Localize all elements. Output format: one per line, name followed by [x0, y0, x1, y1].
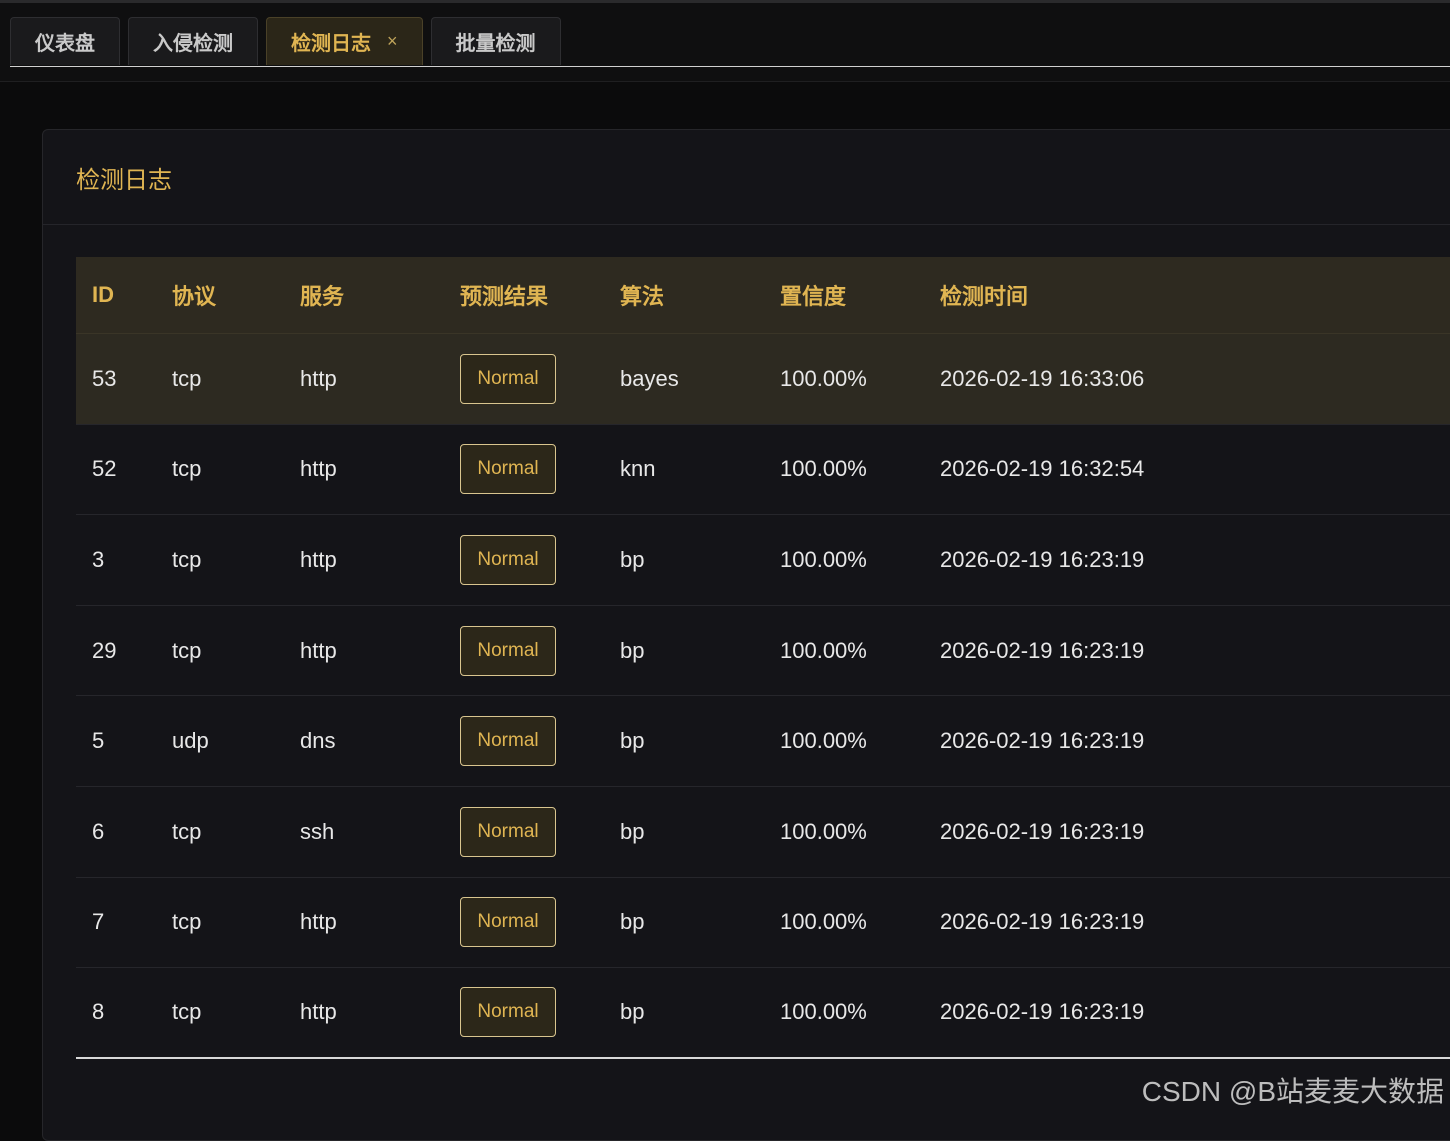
cell-id: 53: [76, 366, 172, 392]
cell-protocol: tcp: [172, 819, 300, 845]
cell-algorithm: bayes: [620, 366, 780, 392]
cell-algorithm: knn: [620, 456, 780, 482]
cell-algorithm: bp: [620, 999, 780, 1025]
status-badge: Normal: [460, 354, 556, 404]
cell-service: http: [300, 547, 460, 573]
table-row[interactable]: 8tcphttpNormal bp100.00%2026-02-19 16:23:…: [76, 968, 1450, 1059]
cell-service: http: [300, 456, 460, 482]
cell-confidence: 100.00%: [780, 728, 940, 754]
cell-id: 3: [76, 547, 172, 573]
table-row[interactable]: 7tcphttpNormal bp100.00%2026-02-19 16:23:…: [76, 878, 1450, 969]
cell-id: 6: [76, 819, 172, 845]
tab-detection-log[interactable]: 检测日志 ×: [266, 17, 423, 65]
table-header-row: ID 协议 服务 预测结果 算法 置信度 检测时间: [76, 257, 1450, 334]
cell-id: 8: [76, 999, 172, 1025]
log-table: ID 协议 服务 预测结果 算法 置信度 检测时间 53tcphttpNorma…: [76, 257, 1450, 1059]
cell-time: 2026-02-19 16:23:19: [940, 728, 1450, 754]
cell-service: http: [300, 909, 460, 935]
cell-prediction: Normal: [460, 354, 620, 404]
cell-prediction: Normal: [460, 535, 620, 585]
close-icon[interactable]: ×: [387, 31, 398, 52]
cell-prediction: Normal: [460, 807, 620, 857]
card-title: 检测日志: [76, 160, 172, 195]
tab-batch-detection[interactable]: 批量检测: [431, 17, 561, 65]
status-badge: Normal: [460, 807, 556, 857]
cell-prediction: Normal: [460, 987, 620, 1037]
cell-confidence: 100.00%: [780, 819, 940, 845]
cell-time: 2026-02-19 16:23:19: [940, 999, 1450, 1025]
status-badge: Normal: [460, 535, 556, 585]
table-row[interactable]: 52tcphttpNormal knn100.00%2026-02-19 16:3…: [76, 425, 1450, 516]
cell-confidence: 100.00%: [780, 366, 940, 392]
tab-label: 检测日志: [291, 27, 371, 56]
table-row[interactable]: 29tcphttpNormal bp100.00%2026-02-19 16:23…: [76, 606, 1450, 697]
column-header-service[interactable]: 服务: [300, 279, 460, 311]
tab-label: 入侵检测: [153, 27, 233, 56]
cell-algorithm: bp: [620, 728, 780, 754]
tab-list: 仪表盘 入侵检测 检测日志 × 批量检测: [10, 17, 561, 67]
cell-confidence: 100.00%: [780, 999, 940, 1025]
cell-protocol: tcp: [172, 909, 300, 935]
cell-time: 2026-02-19 16:33:06: [940, 366, 1450, 392]
tab-label: 批量检测: [456, 27, 536, 56]
column-header-id[interactable]: ID: [76, 282, 172, 308]
status-badge: Normal: [460, 444, 556, 494]
status-badge: Normal: [460, 897, 556, 947]
cell-prediction: Normal: [460, 897, 620, 947]
cell-algorithm: bp: [620, 819, 780, 845]
cell-time: 2026-02-19 16:23:19: [940, 819, 1450, 845]
cell-protocol: tcp: [172, 456, 300, 482]
column-header-prediction[interactable]: 预测结果: [460, 279, 620, 311]
column-header-algorithm[interactable]: 算法: [620, 279, 780, 311]
card-header: 检测日志: [43, 130, 1450, 225]
cell-time: 2026-02-19 16:23:19: [940, 547, 1450, 573]
cell-time: 2026-02-19 16:23:19: [940, 909, 1450, 935]
tab-dashboard[interactable]: 仪表盘: [10, 17, 120, 65]
cell-time: 2026-02-19 16:32:54: [940, 456, 1450, 482]
cell-service: http: [300, 638, 460, 664]
table-row[interactable]: 3tcphttpNormal bp100.00%2026-02-19 16:23:…: [76, 515, 1450, 606]
cell-service: ssh: [300, 819, 460, 845]
column-header-time[interactable]: 检测时间: [940, 279, 1450, 311]
cell-protocol: tcp: [172, 547, 300, 573]
table-body: 53tcphttpNormalbayes100.00%2026-02-19 16…: [76, 334, 1450, 1059]
cell-algorithm: bp: [620, 909, 780, 935]
log-card: 检测日志 ID 协议 服务 预测结果 算法 置信度 检测时间 53tcphttp…: [42, 129, 1450, 1141]
status-badge: Normal: [460, 716, 556, 766]
column-header-confidence[interactable]: 置信度: [780, 279, 940, 311]
cell-prediction: Normal: [460, 626, 620, 676]
cell-id: 7: [76, 909, 172, 935]
table-row[interactable]: 53tcphttpNormal bayes100.00%2026-02-19 16…: [76, 334, 1450, 425]
cell-service: dns: [300, 728, 460, 754]
watermark: CSDN @B站麦麦大数据: [1142, 1070, 1444, 1110]
table-row[interactable]: 6tcpsshNormal bp100.00%2026-02-19 16:23:1…: [76, 787, 1450, 878]
tab-bar: 仪表盘 入侵检测 检测日志 × 批量检测: [0, 3, 1450, 82]
cell-algorithm: bp: [620, 547, 780, 573]
cell-protocol: tcp: [172, 638, 300, 664]
tab-label: 仪表盘: [35, 27, 95, 56]
cell-id: 52: [76, 456, 172, 482]
cell-protocol: tcp: [172, 366, 300, 392]
tab-intrusion-detection[interactable]: 入侵检测: [128, 17, 258, 65]
cell-confidence: 100.00%: [780, 456, 940, 482]
cell-id: 29: [76, 638, 172, 664]
cell-prediction: Normal: [460, 444, 620, 494]
cell-confidence: 100.00%: [780, 638, 940, 664]
cell-protocol: udp: [172, 728, 300, 754]
cell-prediction: Normal: [460, 716, 620, 766]
cell-confidence: 100.00%: [780, 547, 940, 573]
cell-confidence: 100.00%: [780, 909, 940, 935]
cell-service: http: [300, 366, 460, 392]
cell-algorithm: bp: [620, 638, 780, 664]
cell-id: 5: [76, 728, 172, 754]
status-badge: Normal: [460, 987, 556, 1037]
cell-time: 2026-02-19 16:23:19: [940, 638, 1450, 664]
status-badge: Normal: [460, 626, 556, 676]
cell-service: http: [300, 999, 460, 1025]
table-row[interactable]: 5udpdnsNormal bp100.00%2026-02-19 16:23:1…: [76, 696, 1450, 787]
cell-protocol: tcp: [172, 999, 300, 1025]
column-header-protocol[interactable]: 协议: [172, 279, 300, 311]
tab-underline: [10, 66, 1450, 67]
